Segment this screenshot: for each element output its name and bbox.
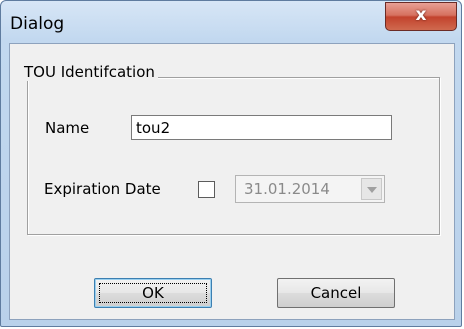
expiration-date-checkbox[interactable] bbox=[198, 181, 215, 198]
close-icon: x bbox=[415, 5, 427, 25]
dialog-client-area: TOU Identifcation Name Expiration Date 3… bbox=[9, 43, 455, 320]
ok-button[interactable]: OK bbox=[94, 278, 212, 308]
window-title: Dialog bbox=[10, 14, 65, 34]
dialog-window: Dialog x TOU Identifcation Name Expirati… bbox=[0, 0, 462, 327]
title-bar[interactable]: Dialog x bbox=[1, 1, 461, 43]
groupbox-title: TOU Identifcation bbox=[21, 63, 158, 81]
expiration-date-label: Expiration Date bbox=[44, 180, 161, 198]
name-label: Name bbox=[45, 119, 90, 137]
expiration-date-picker[interactable]: 31.01.2014 bbox=[235, 175, 385, 203]
focus-rectangle bbox=[99, 283, 207, 303]
close-button[interactable]: x bbox=[385, 2, 457, 31]
chevron-down-icon bbox=[367, 187, 377, 193]
cancel-button-label: Cancel bbox=[310, 284, 362, 302]
tou-identification-groupbox bbox=[27, 77, 440, 235]
date-dropdown-button[interactable] bbox=[361, 178, 382, 200]
cancel-button[interactable]: Cancel bbox=[277, 278, 395, 308]
expiration-date-value: 31.01.2014 bbox=[244, 180, 330, 198]
name-input[interactable] bbox=[131, 115, 392, 140]
